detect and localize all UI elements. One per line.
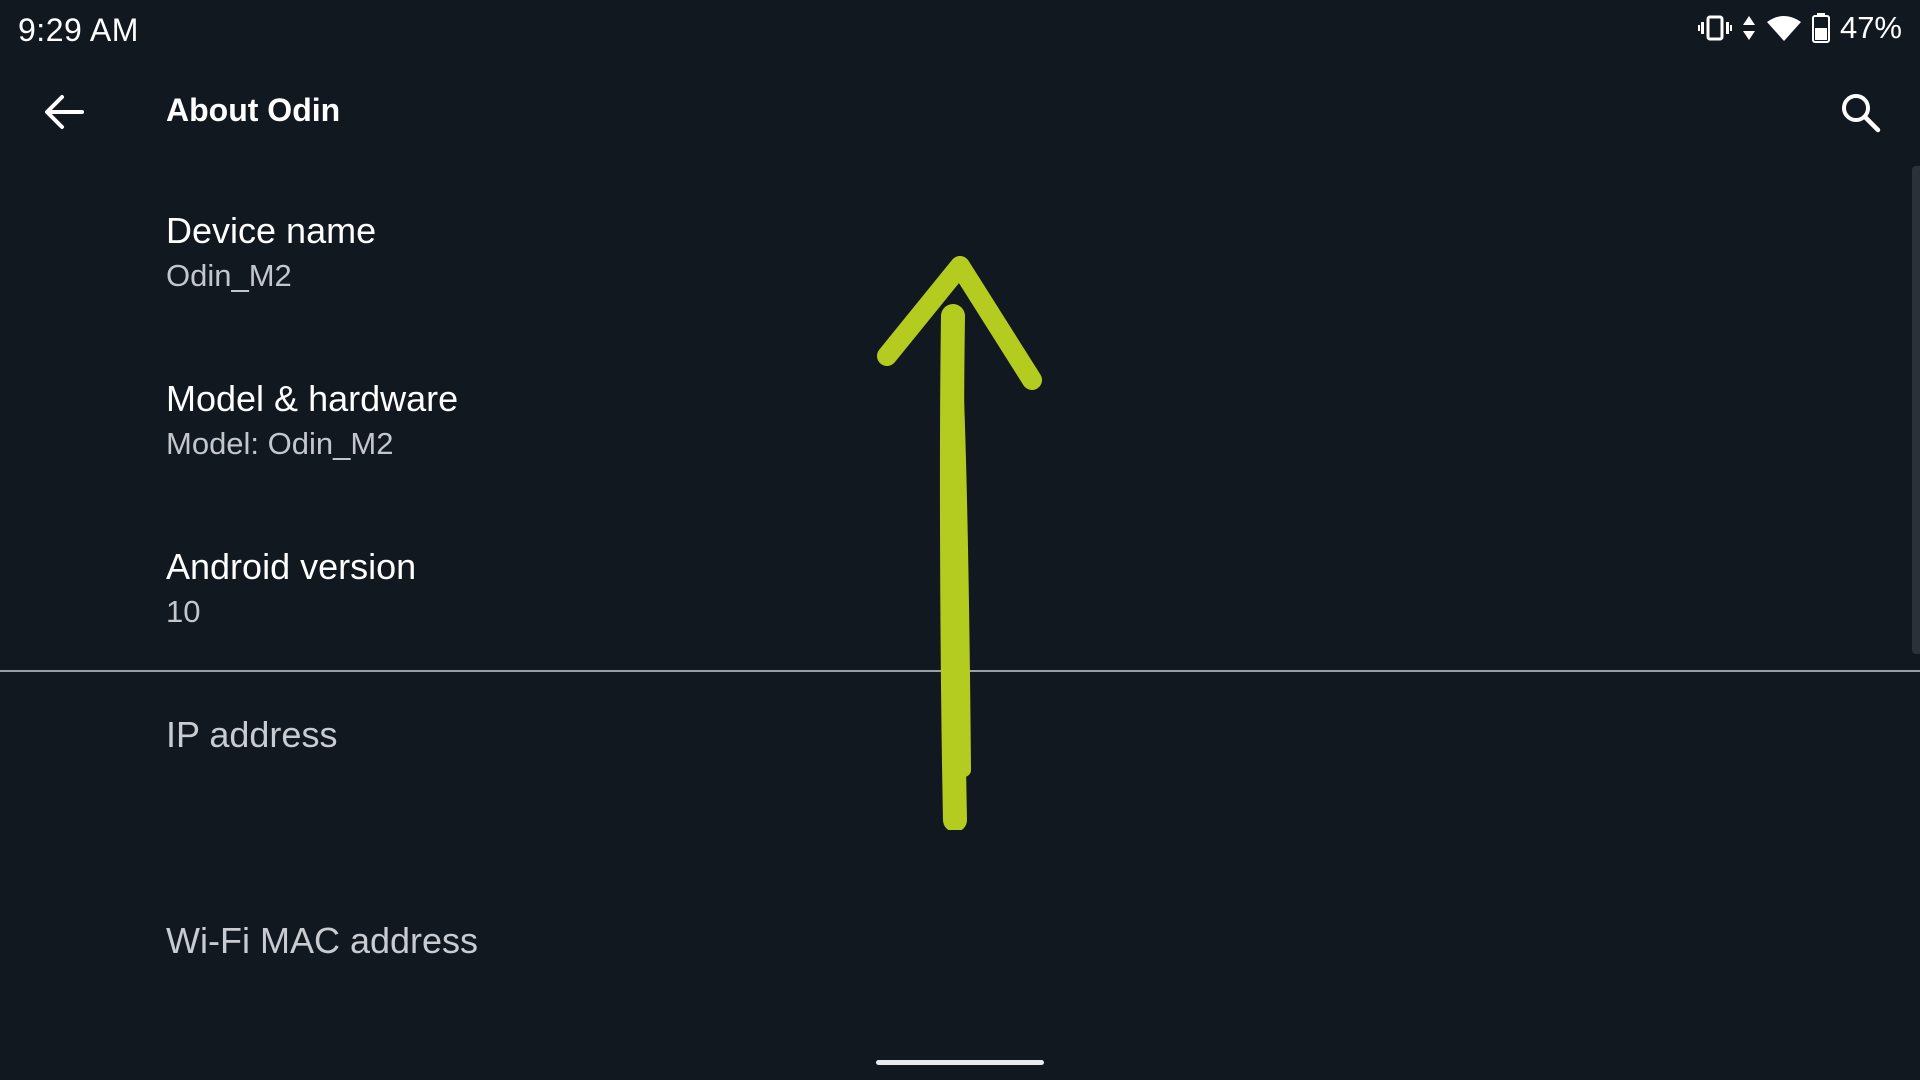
search-icon xyxy=(1842,94,1881,133)
gesture-nav-handle[interactable] xyxy=(876,1060,1044,1065)
scrollbar[interactable] xyxy=(1912,166,1920,654)
arrow-back-icon xyxy=(45,95,84,129)
search-button[interactable] xyxy=(1832,86,1888,138)
status-time: 9:29 AM xyxy=(18,12,139,48)
swipe-up-arrow-icon xyxy=(877,256,1042,830)
pref-summary: Model: Odin_M2 xyxy=(166,426,394,461)
pref-title: Model & hardware xyxy=(166,378,459,419)
pref-title: Wi-Fi MAC address xyxy=(166,920,479,961)
back-button[interactable] xyxy=(38,88,90,136)
svg-text:6: 6 xyxy=(1791,32,1797,42)
page-title: About Odin xyxy=(166,92,341,128)
status-bar: 9:29 AM 6 47% xyxy=(0,0,1920,56)
pref-wifi-mac-address[interactable]: Wi-Fi MAC address xyxy=(0,896,1900,1046)
pref-summary: Odin_M2 xyxy=(166,258,292,293)
pref-title: Android version xyxy=(166,546,417,587)
pref-title: IP address xyxy=(166,714,338,755)
pref-summary: 10 xyxy=(166,594,201,629)
status-icons: 6 47% xyxy=(1697,10,1902,46)
battery-icon xyxy=(1811,13,1830,43)
vibrate-icon xyxy=(1697,14,1732,42)
wifi-6-icon: 6 xyxy=(1766,14,1802,42)
pref-title: Device name xyxy=(166,210,377,251)
battery-percent: 47% xyxy=(1839,10,1902,45)
data-transfer-icon xyxy=(1742,14,1756,42)
app-bar: About Odin xyxy=(0,72,1920,152)
